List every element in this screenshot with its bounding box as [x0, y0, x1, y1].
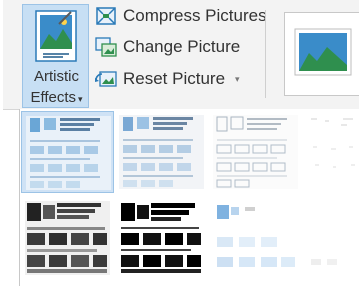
effect-photocopy-tile[interactable]: [115, 197, 208, 279]
reset-picture-button[interactable]: Reset Picture ▾: [93, 67, 240, 91]
effect-chalk-sketch-tile[interactable]: [21, 197, 114, 279]
change-picture-label: Change Picture: [123, 37, 241, 56]
effect-none-tile[interactable]: [21, 111, 114, 193]
reset-picture-dropdown-icon[interactable]: ▾: [235, 74, 240, 85]
artistic-effects-label: Artistic: [34, 68, 79, 85]
artistic-effects-icon: [35, 10, 77, 62]
effect-preview-icon: [119, 115, 204, 189]
compress-pictures-button[interactable]: Compress Pictures: [93, 4, 267, 28]
effect-glow-edges-tile[interactable]: [209, 197, 302, 279]
picture-styles-preview[interactable]: [284, 12, 359, 96]
compress-pictures-label: Compress Pictures: [123, 6, 267, 25]
effect-line-drawing-tile[interactable]: [303, 111, 359, 193]
chevron-down-icon: ▾: [78, 94, 83, 104]
picture-style-thumbnail-icon: [294, 28, 352, 76]
artistic-effects-gallery: [19, 109, 359, 286]
change-picture-icon: [93, 36, 119, 58]
ribbon-divider: [265, 10, 266, 98]
effect-preview-icon: [119, 201, 204, 275]
effect-preview-icon: [307, 201, 359, 275]
effect-preview-icon: [307, 115, 359, 189]
reset-picture-label: Reset Picture: [123, 69, 226, 88]
effect-pencil-sketch-tile[interactable]: [209, 111, 302, 193]
picture-tools-ribbon: Artistic Effects ▾ Compress Pictures Chan…: [3, 0, 359, 110]
compress-pictures-icon: [93, 5, 119, 27]
artistic-effects-button[interactable]: Artistic Effects ▾: [22, 4, 89, 108]
effect-blur-tile[interactable]: [303, 197, 359, 279]
effect-pencil-grayscale-tile[interactable]: [115, 111, 208, 193]
artistic-effects-label-line2: Effects ▾: [30, 89, 83, 106]
effect-preview-icon: [213, 201, 298, 275]
reset-picture-icon: [93, 68, 119, 90]
effect-preview-icon: [25, 201, 110, 275]
effect-preview-icon: [26, 116, 111, 190]
change-picture-button[interactable]: Change Picture: [93, 35, 240, 59]
effect-preview-icon: [213, 115, 298, 189]
